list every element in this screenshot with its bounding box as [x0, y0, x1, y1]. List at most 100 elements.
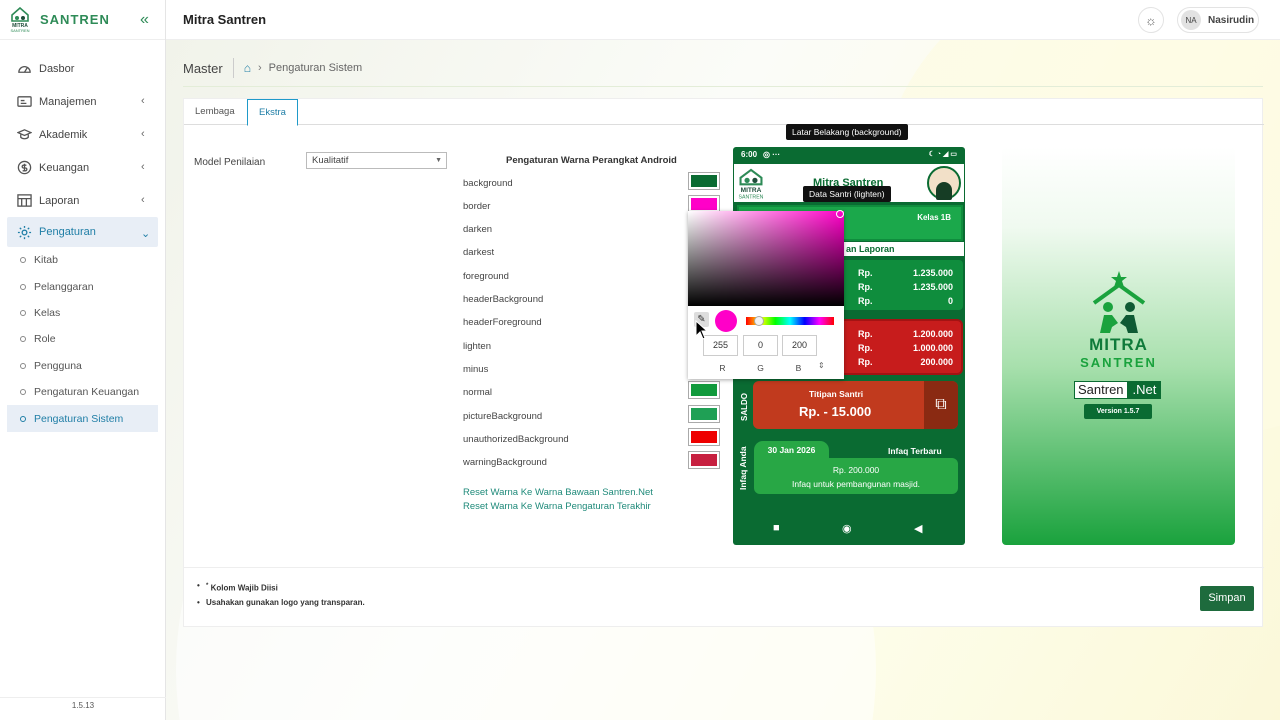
blue-input[interactable]: 200	[782, 335, 817, 356]
subitem-label: Role	[34, 333, 56, 346]
sidebar-item-dasbor[interactable]: Dasbor	[0, 52, 165, 85]
red-row-3-val: 200.000	[920, 357, 953, 367]
sidebar-subitem-kitab[interactable]: Kitab	[0, 247, 165, 273]
green-row-2-val: 1.235.000	[912, 282, 953, 292]
tab-bar: Lembaga Ekstra	[184, 99, 1264, 126]
tab-ekstra[interactable]: Ekstra	[247, 99, 298, 126]
red-label: R	[719, 363, 726, 373]
sidebar-item-manajemen[interactable]: Manajemen ‹	[0, 85, 165, 118]
color-swatch-unauthorizedBackground[interactable]	[688, 428, 720, 446]
infaq-label: Infaq Anda	[738, 446, 748, 490]
bullet-icon	[20, 362, 26, 369]
svg-text:SANTREN: SANTREN	[739, 195, 764, 200]
profile-avatar	[927, 166, 961, 200]
splash-preview: MITRA SANTREN Santren .Net Version 1.5.7	[1002, 147, 1235, 545]
blue-label: B	[795, 363, 802, 373]
sidebar-item-label: Laporan	[39, 194, 80, 207]
user-menu[interactable]: NA Nasirudin	[1177, 7, 1259, 33]
collapse-sidebar-icon[interactable]: «	[140, 11, 149, 29]
sidebar-subitem-pengaturan-sistem[interactable]: Pengaturan Sistem	[7, 405, 158, 432]
sidebar-item-label: Dasbor	[39, 62, 75, 75]
mitra-logo-icon: MITRA SANTREN	[739, 168, 764, 200]
red-row-2-cur: Rp.	[858, 343, 873, 353]
swatch-fill	[691, 431, 717, 443]
infaq-section: Infaq Anda 30 Jan 2026 Infaq Terbaru Rp.…	[734, 438, 964, 498]
bullet-icon	[20, 336, 26, 343]
color-swatch-normal[interactable]	[688, 381, 720, 399]
app-version: 1.5.13	[0, 697, 166, 720]
hue-slider[interactable]	[746, 316, 834, 326]
sidebar-item-pengaturan[interactable]: Pengaturan ⌄	[7, 217, 158, 247]
color-label-darkest: darkest	[463, 247, 495, 258]
color-label-background: background	[463, 178, 513, 189]
caret-down-icon: ▼	[435, 157, 442, 164]
red-row-1-val: 1.200.000	[912, 329, 953, 339]
swatch-fill	[691, 454, 717, 466]
breadcrumb: Master ⌂ › Pengaturan Sistem	[183, 58, 362, 78]
chevron-down-icon: ⌄	[141, 228, 151, 240]
tab-lembaga[interactable]: Lembaga	[184, 99, 246, 125]
breadcrumb-root: Master	[183, 60, 223, 76]
red-row-3-cur: Rp.	[858, 357, 873, 367]
top-header: Mitra Santren ☼ NA Nasirudin	[166, 0, 1280, 40]
signal-icons: ☾ ◔ ◢ ▭	[928, 151, 957, 158]
model-penilaian-select[interactable]: Kualitatif ▼	[306, 152, 447, 169]
color-label-normal: normal	[463, 387, 493, 398]
bullet-icon	[20, 283, 26, 290]
green-input[interactable]: 0	[743, 335, 778, 356]
color-label-lighten: lighten	[463, 341, 491, 352]
home-icon[interactable]: ⌂	[244, 61, 251, 75]
splash-net-b: .Net	[1127, 381, 1162, 399]
sidebar-item-akademik[interactable]: Akademik ‹	[0, 118, 165, 151]
brand[interactable]: MITRA SANTREN SANTREN «	[0, 0, 165, 40]
green-row-1-val: 1.235.000	[912, 268, 953, 278]
dashboard-icon	[18, 66, 31, 73]
green-row-2-cur: Rp.	[858, 282, 873, 292]
sidebar-item-label: Manajemen	[39, 95, 97, 108]
bullet-icon	[20, 309, 26, 316]
red-row-2-val: 1.000.000	[912, 343, 953, 353]
subitem-label: Pengguna	[34, 359, 82, 372]
color-picker-popup: ✎ 255 0 200 R G B ⇕	[688, 210, 844, 379]
hue-handle[interactable]	[754, 316, 764, 326]
notes-list: * Kolom Wajib Diisi Usahakan gunakan log…	[197, 579, 365, 610]
home-circle-icon: ◉	[842, 523, 852, 535]
color-swatch-pictureBackground[interactable]	[688, 405, 720, 423]
note-item: Usahakan gunakan logo yang transparan.	[197, 596, 365, 610]
gear-icon	[17, 225, 32, 239]
sidebar-subitem-pengguna[interactable]: Pengguna	[0, 353, 165, 379]
reset-last-link[interactable]: Reset Warna Ke Warna Pengaturan Terakhir	[463, 501, 651, 512]
saldo-section: SALDO Titipan Santri Rp. - 15.000 ⧉	[734, 381, 964, 433]
saldo-label: SALDO	[740, 393, 749, 421]
breadcrumb-divider	[232, 58, 234, 78]
square-icon: ■	[773, 522, 780, 534]
format-toggle-icon[interactable]: ⇕	[818, 361, 825, 370]
sidebar-subitem-role[interactable]: Role	[0, 326, 165, 352]
sidebar-subitem-kelas[interactable]: Kelas	[0, 300, 165, 326]
splash-santren: SANTREN	[1080, 355, 1157, 370]
color-swatch-warningBackground[interactable]	[688, 451, 720, 469]
subitem-label: Pengaturan Keuangan	[34, 386, 140, 399]
chevron-left-icon: ‹	[141, 95, 145, 107]
sidebar-item-keuangan[interactable]: Keuangan ‹	[0, 151, 165, 184]
tooltip-background: Latar Belakang (background)	[786, 124, 908, 140]
subitem-label: Pelanggaran	[34, 280, 94, 293]
sidebar-subitem-pengaturan-keuangan[interactable]: Pengaturan Keuangan	[0, 379, 165, 405]
model-penilaian-label: Model Penilaian	[194, 157, 266, 168]
green-row-3-cur: Rp.	[858, 296, 873, 306]
sidebar-subitem-pelanggaran[interactable]: Pelanggaran	[0, 273, 165, 299]
theme-toggle-button[interactable]: ☼	[1138, 7, 1164, 33]
note-item: * Kolom Wajib Diisi	[197, 579, 365, 596]
sidebar-item-laporan[interactable]: Laporan ‹	[0, 184, 165, 217]
save-button[interactable]: Simpan	[1200, 586, 1254, 611]
breadcrumb-underline	[183, 86, 1263, 87]
splash-net-a: Santren	[1074, 381, 1128, 399]
saturation-handle[interactable]	[836, 210, 844, 218]
color-preview-swatch	[715, 310, 737, 332]
saturation-area[interactable]	[688, 210, 844, 306]
sidebar-item-label: Keuangan	[39, 161, 90, 174]
subitem-label: Pengaturan Sistem	[34, 412, 124, 425]
color-swatch-background[interactable]	[688, 172, 720, 190]
svg-text:SANTREN: SANTREN	[10, 28, 29, 33]
reset-default-link[interactable]: Reset Warna Ke Warna Bawaan Santren.Net	[463, 487, 653, 498]
